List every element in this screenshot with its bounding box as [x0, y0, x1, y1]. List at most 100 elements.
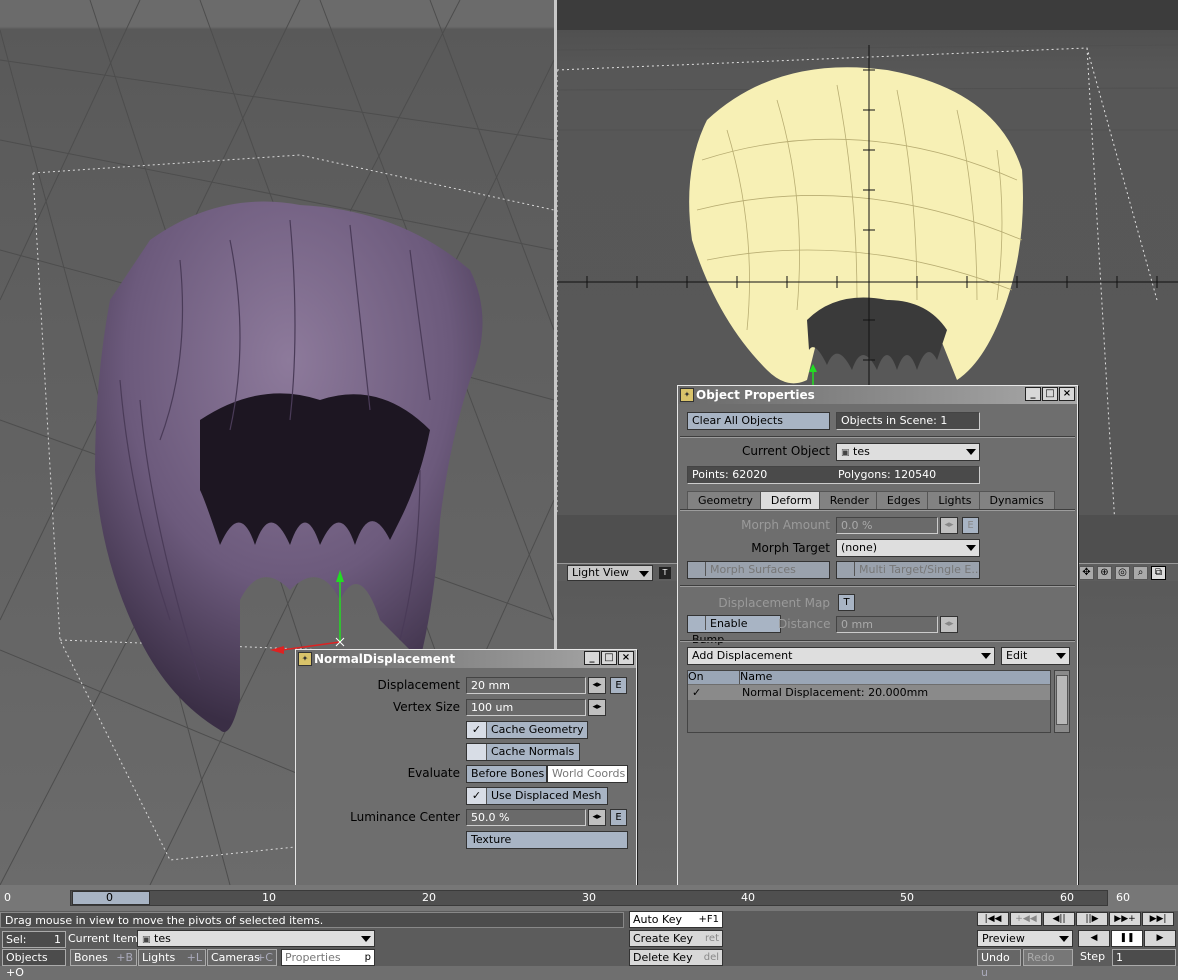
play-backward-icon[interactable]: ◀ [1078, 930, 1110, 947]
edit-dropdown[interactable]: Edit [1001, 647, 1070, 665]
before-bones-option[interactable]: Before Bones [466, 765, 547, 783]
normal-displacement-titlebar[interactable]: ✦ NormalDisplacement _ □ × [296, 650, 636, 668]
vertex-size-spinner[interactable]: ◂▸ [588, 699, 606, 716]
morph-surfaces-toggle[interactable]: Morph Surfaces [687, 561, 830, 579]
previous-frame-icon[interactable]: ◀|| [1043, 912, 1075, 926]
minimize-icon[interactable]: _ [1025, 387, 1041, 401]
orbit-view-icon[interactable]: ◎ [1115, 566, 1130, 580]
app-icon: ✦ [680, 388, 694, 402]
tab-render[interactable]: Render [818, 491, 880, 509]
enabled-check-icon[interactable]: ✓ [692, 686, 701, 700]
polygons-count: Polygons: 120540 [838, 468, 937, 481]
sel-label: Sel: [6, 933, 27, 946]
first-frame-icon[interactable]: |◀◀ [977, 912, 1009, 926]
clear-all-objects-button[interactable]: Clear All Objects [687, 412, 830, 430]
bones-mode-button[interactable]: Bones +B [70, 949, 137, 966]
cameras-key: +C [256, 951, 273, 964]
timeline-current: 0 [106, 891, 113, 904]
create-key-button[interactable]: Create Key ret [629, 930, 723, 947]
maximize-icon[interactable]: □ [601, 651, 617, 665]
play-forward-icon[interactable]: ▶ [1144, 930, 1176, 947]
column-on[interactable]: On [688, 671, 740, 684]
morph-target-dropdown[interactable]: (none) [836, 539, 980, 557]
lights-mode-button[interactable]: Lights +L [138, 949, 206, 966]
displacement-texture-button[interactable]: T [838, 594, 855, 611]
list-scrollbar[interactable] [1054, 670, 1070, 733]
pause-icon[interactable]: ❚❚ [1111, 930, 1143, 947]
maximize-icon[interactable]: □ [1042, 387, 1058, 401]
displacement-envelope-button[interactable]: E [610, 677, 627, 694]
view-type-dropdown[interactable]: Light View [567, 565, 653, 581]
next-frame-icon[interactable]: ||▶ [1076, 912, 1108, 926]
multi-target-toggle[interactable]: Multi Target/Single E... [836, 561, 980, 579]
luminance-spinner[interactable]: ◂▸ [588, 809, 606, 826]
close-icon[interactable]: × [1059, 387, 1075, 401]
enable-bump-toggle[interactable]: Enable Bump [687, 615, 781, 646]
luminance-center-field[interactable]: 50.0 % [466, 809, 586, 826]
t-badge[interactable]: T [659, 567, 671, 579]
tab-deform[interactable]: Deform [759, 491, 823, 509]
objects-in-scene: Objects in Scene: 1 [836, 412, 980, 430]
displacement-item-name: Normal Displacement: 20.000mm [742, 686, 929, 699]
object-properties-panel: ✦ Object Properties _ □ × Clear All Obje… [677, 385, 1078, 892]
next-key-icon[interactable]: ▶▶+ [1109, 912, 1141, 926]
tab-geometry[interactable]: Geometry [687, 491, 764, 509]
cache-geometry-checkbox[interactable]: ✓ Cache Geometry [466, 721, 588, 739]
view-controls: ✥ ⊕ ◎ ⌕ ⧉ [1079, 566, 1166, 580]
cameras-mode-button[interactable]: Cameras +C [207, 949, 277, 966]
use-displaced-mesh-checkbox[interactable]: ✓ Use Displaced Mesh [466, 787, 608, 805]
previous-key-icon[interactable]: +◀◀ [1010, 912, 1042, 926]
tab-lights[interactable]: Lights [927, 491, 983, 509]
morph-amount-spinner[interactable]: ◂▸ [940, 517, 958, 534]
object-properties-titlebar[interactable]: ✦ Object Properties _ □ × [678, 386, 1077, 404]
tick-40: 40 [741, 891, 755, 904]
list-item[interactable]: ✓ Normal Displacement: 20.000mm [688, 685, 1050, 700]
cache-normals-checkbox[interactable]: Cache Normals [466, 743, 580, 761]
morph-envelope-button[interactable]: E [962, 517, 979, 534]
objects-key: +O [6, 966, 24, 979]
tab-edges[interactable]: Edges [875, 491, 932, 509]
selection-count: Sel: 1 [2, 931, 66, 948]
displacement-field[interactable]: 20 mm [466, 677, 586, 694]
luminance-envelope-button[interactable]: E [610, 809, 627, 826]
add-displacement-dropdown[interactable]: Add Displacement [687, 647, 995, 665]
world-coords-option[interactable]: World Coords [547, 765, 628, 783]
texture-button[interactable]: Texture [466, 831, 628, 849]
maximize-view-icon[interactable]: ⧉ [1151, 566, 1166, 580]
current-object-value: tes [853, 445, 870, 458]
toggle-box [688, 616, 706, 630]
vertex-size-label: Vertex Size [392, 700, 460, 714]
step-field[interactable]: 1 [1112, 949, 1176, 966]
tab-dynamics[interactable]: Dynamics [978, 491, 1055, 509]
close-icon[interactable]: × [618, 651, 634, 665]
play-controls: ◀ ❚❚ ▶ [1078, 930, 1176, 947]
morph-amount-field[interactable]: 0.0 % [836, 517, 938, 534]
distance-field[interactable]: 0 mm [836, 616, 938, 633]
zoom-view-icon[interactable]: ⌕ [1133, 566, 1148, 580]
last-frame-icon[interactable]: ▶▶| [1142, 912, 1174, 926]
object-cube-icon: ▣ [841, 448, 850, 458]
current-object-dropdown[interactable]: ▣ tes [836, 443, 980, 461]
minimize-icon[interactable]: _ [584, 651, 600, 665]
divider [680, 509, 1075, 511]
preview-dropdown[interactable]: Preview [977, 930, 1073, 947]
undo-button[interactable]: Undo u [977, 949, 1021, 979]
move-view-icon[interactable]: ✥ [1079, 566, 1094, 580]
timeline[interactable]: 0 0 10 20 30 40 50 60 60 [0, 885, 1178, 911]
evaluate-label: Evaluate [407, 766, 460, 780]
tick-20: 20 [422, 891, 436, 904]
auto-key-button[interactable]: Auto Key +F1 [629, 911, 723, 928]
current-item-dropdown[interactable]: ▣ tes [137, 930, 375, 947]
delete-key-label: Delete Key [633, 951, 693, 964]
rotate-view-icon[interactable]: ⊕ [1097, 566, 1112, 580]
luminance-center-label: Luminance Center [350, 810, 460, 824]
displacement-spinner[interactable]: ◂▸ [588, 677, 606, 694]
distance-spinner[interactable]: ◂▸ [940, 616, 958, 633]
delete-key-button[interactable]: Delete Key del [629, 949, 723, 966]
properties-button[interactable]: Properties p [281, 949, 375, 966]
objects-mode-button[interactable]: Objects +O [2, 949, 66, 979]
scroll-thumb[interactable] [1056, 675, 1068, 725]
redo-button[interactable]: Redo [1023, 949, 1073, 966]
vertex-size-field[interactable]: 100 um [466, 699, 586, 716]
column-name[interactable]: Name [740, 671, 1050, 684]
